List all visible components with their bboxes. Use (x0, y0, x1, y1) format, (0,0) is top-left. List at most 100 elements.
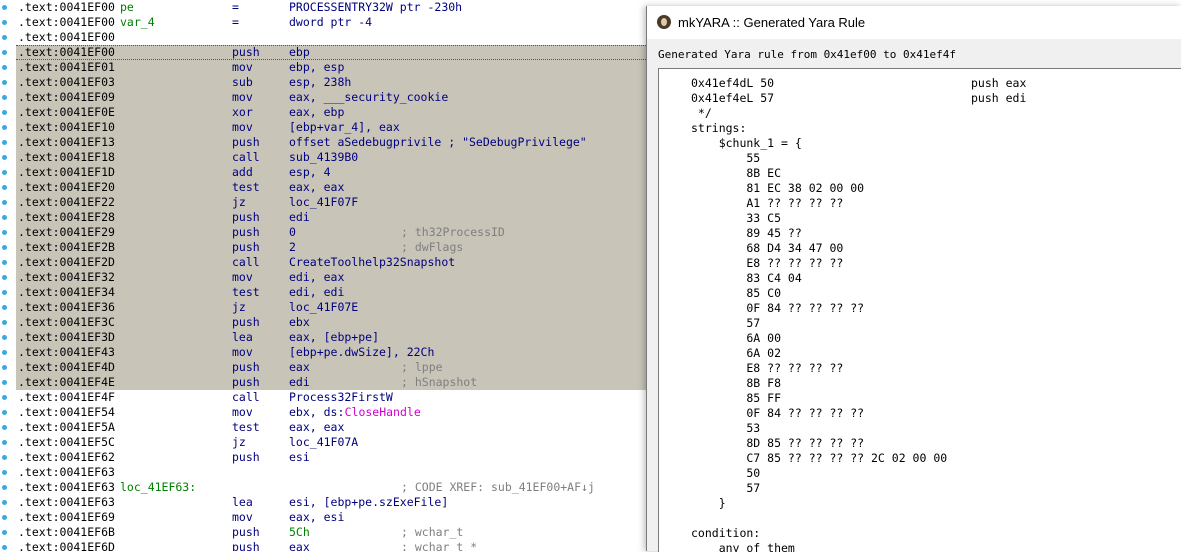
disasm-line[interactable]: .text:0041EF09 mov eax, ___security_cookie (16, 90, 646, 105)
breakpoint-dot[interactable] (2, 365, 7, 370)
disasm-line[interactable]: .text:0041EF28 push edi (16, 210, 646, 225)
rule-line: 0F 84 ?? ?? ?? ?? (659, 301, 1179, 316)
disasm-line[interactable]: .text:0041EF36 jz loc_41F07E (16, 300, 646, 315)
breakpoint-dot[interactable] (2, 530, 7, 535)
disasm-line[interactable]: .text:0041EF20 test eax, eax (16, 180, 646, 195)
disasm-line[interactable]: .text:0041EF1D add esp, 4 (16, 165, 646, 180)
breakpoint-gutter[interactable] (0, 0, 16, 551)
breakpoint-dot[interactable] (2, 410, 7, 415)
breakpoint-dot[interactable] (2, 200, 7, 205)
line-address: .text:0041EF20 (18, 180, 115, 194)
rule-line-text: $chunk_1 = { (691, 136, 802, 150)
breakpoint-dot[interactable] (2, 50, 7, 55)
breakpoint-dot[interactable] (2, 230, 7, 235)
breakpoint-dot[interactable] (2, 80, 7, 85)
disasm-line[interactable]: .text:0041EF69 mov eax, esi (16, 510, 646, 525)
breakpoint-dot[interactable] (2, 395, 7, 400)
disasm-line[interactable]: .text:0041EF22 jz loc_41F07F (16, 195, 646, 210)
disasm-line[interactable]: .text:0041EF32 mov edi, eax (16, 270, 646, 285)
breakpoint-dot[interactable] (2, 350, 7, 355)
disasm-line[interactable]: .text:0041EF3C push ebx (16, 315, 646, 330)
breakpoint-dot[interactable] (2, 275, 7, 280)
breakpoint-dot[interactable] (2, 95, 7, 100)
line-address: .text:0041EF09 (18, 90, 115, 104)
line-mnemonic: mov (232, 60, 253, 74)
disasm-line[interactable]: .text:0041EF01 mov ebp, esp (16, 60, 646, 75)
yara-rule-textarea[interactable]: 0x41ef4dL 50 push eax 0x41ef4eL 57 push edi… (658, 68, 1181, 552)
disasm-line[interactable]: .text:0041EF13 push offset aSedebugprivile… (16, 135, 646, 150)
breakpoint-dot[interactable] (2, 125, 7, 130)
breakpoint-dot[interactable] (2, 425, 7, 430)
breakpoint-dot[interactable] (2, 20, 7, 25)
disasm-line[interactable]: .text:0041EF6D push eax ; wchar_t * (16, 540, 646, 551)
rule-line-text: 6A 00 (691, 331, 782, 345)
rule-line: 50 (659, 466, 1179, 481)
rule-line-text: } (691, 496, 726, 510)
disasm-line[interactable]: .text:0041EF18 call sub_4139B0 (16, 150, 646, 165)
breakpoint-dot[interactable] (2, 485, 7, 490)
disasm-line[interactable]: .text:0041EF63 loc_41EF63: ; CODE XREF: su… (16, 480, 646, 495)
line-mnemonic: push (232, 210, 260, 224)
line-address: .text:0041EF29 (18, 225, 115, 239)
breakpoint-dot[interactable] (2, 245, 7, 250)
breakpoint-dot[interactable] (2, 35, 7, 40)
disasm-line[interactable]: .text:0041EF0E xor eax, ebp (16, 105, 646, 120)
breakpoint-dot[interactable] (2, 500, 7, 505)
disasm-line[interactable]: .text:0041EF00 var_4 = dword ptr -4 (16, 15, 646, 30)
breakpoint-dot[interactable] (2, 515, 7, 520)
breakpoint-dot[interactable] (2, 320, 7, 325)
disasm-line[interactable]: .text:0041EF4D push eax ; lppe (16, 360, 646, 375)
breakpoint-dot[interactable] (2, 545, 7, 550)
disasm-line[interactable]: .text:0041EF5C jz loc_41F07A (16, 435, 646, 450)
disasm-line[interactable]: .text:0041EF6B push 5Ch ; wchar_t (16, 525, 646, 540)
rule-line (659, 511, 1179, 526)
rule-line: 33 C5 (659, 211, 1179, 226)
breakpoint-dot[interactable] (2, 170, 7, 175)
line-comment: ; hSnapshot (401, 375, 478, 389)
disasm-line[interactable]: .text:0041EF2B push 2 ; dwFlags (16, 240, 646, 255)
rule-line: 55 (659, 151, 1179, 166)
line-comment: ; wchar_t * (401, 540, 478, 551)
breakpoint-dot[interactable] (2, 380, 7, 385)
disasm-line[interactable]: .text:0041EF00 pe = PROCESSENTRY32W ptr -23… (16, 0, 646, 15)
disasm-line[interactable]: .text:0041EF2D call CreateToolhelp32Snapsh… (16, 255, 646, 270)
disasm-line[interactable]: .text:0041EF34 test edi, edi (16, 285, 646, 300)
disasm-line[interactable]: .text:0041EF3D lea eax, [ebp+pe] (16, 330, 646, 345)
disasm-line[interactable]: .text:0041EF4F call Process32FirstW (16, 390, 646, 405)
breakpoint-dot[interactable] (2, 260, 7, 265)
breakpoint-dot[interactable] (2, 155, 7, 160)
breakpoint-dot[interactable] (2, 335, 7, 340)
disasm-line[interactable]: .text:0041EF4E push edi ; hSnapshot (16, 375, 646, 390)
line-operand: esi, [ebp+pe.szExeFile] (289, 495, 449, 509)
disasm-line[interactable]: .text:0041EF00 (16, 30, 646, 45)
disasm-line[interactable]: .text:0041EF10 mov [ebp+var_4], eax (16, 120, 646, 135)
breakpoint-dot[interactable] (2, 470, 7, 475)
line-address: .text:0041EF5C (18, 435, 115, 449)
disasm-line[interactable]: .text:0041EF63 lea esi, [ebp+pe.szExeFile] (16, 495, 646, 510)
breakpoint-dot[interactable] (2, 185, 7, 190)
breakpoint-dot[interactable] (2, 440, 7, 445)
breakpoint-dot[interactable] (2, 290, 7, 295)
breakpoint-dot[interactable] (2, 215, 7, 220)
breakpoint-dot[interactable] (2, 140, 7, 145)
disasm-line[interactable]: .text:0041EF00 push ebp (16, 45, 646, 60)
rule-line: } (659, 496, 1179, 511)
line-operand: esi (289, 450, 310, 464)
disasm-line[interactable]: .text:0041EF62 push esi (16, 450, 646, 465)
breakpoint-dot[interactable] (2, 65, 7, 70)
disasm-line[interactable]: .text:0041EF54 mov ebx, ds: CloseHandle (16, 405, 646, 420)
disasm-line[interactable]: .text:0041EF03 sub esp, 238h (16, 75, 646, 90)
breakpoint-dot[interactable] (2, 5, 7, 10)
ida-disassembly-view[interactable]: .text:0041EF00 pe = PROCESSENTRY32W ptr -23… (16, 0, 646, 551)
breakpoint-dot[interactable] (2, 455, 7, 460)
rule-line-text: 85 FF (691, 391, 782, 405)
rule-line-text: 55 (691, 151, 761, 165)
window-titlebar[interactable]: mkYARA :: Generated Yara Rule (647, 6, 1181, 39)
disasm-line[interactable]: .text:0041EF63 (16, 465, 646, 480)
breakpoint-dot[interactable] (2, 110, 7, 115)
disasm-line[interactable]: .text:0041EF29 push 0 ; th32ProcessID (16, 225, 646, 240)
disasm-line[interactable]: .text:0041EF5A test eax, eax (16, 420, 646, 435)
breakpoint-dot[interactable] (2, 305, 7, 310)
line-address: .text:0041EF54 (18, 405, 115, 419)
disasm-line[interactable]: .text:0041EF43 mov [ebp+pe.dwSize], 22Ch (16, 345, 646, 360)
